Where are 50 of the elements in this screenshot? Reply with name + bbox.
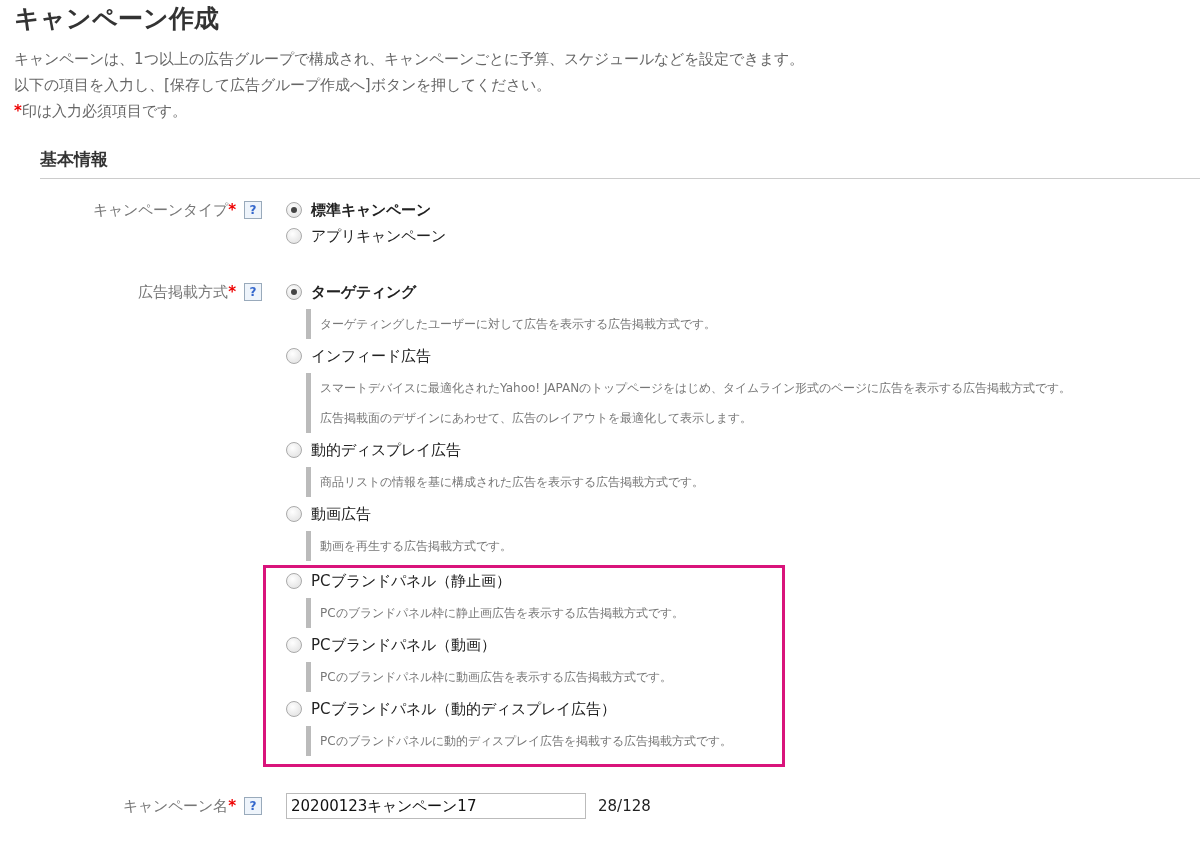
section-heading: 基本情報 [40,146,1200,179]
option-label: アプリキャンペーン [311,226,446,246]
radio-button[interactable] [286,442,302,458]
required-note: 印は入力必須項目です。 [21,102,187,120]
campaign-name-input[interactable]: 20200123キャンペーン17 [286,793,586,819]
radio-button[interactable] [286,573,302,589]
radio-button[interactable] [286,348,302,364]
option-label: PCブランドパネル（動画） [311,635,496,655]
character-counter: 28/128 [598,797,651,815]
option-label: インフィード広告 [311,346,431,366]
required-asterisk: * [228,201,236,219]
description-text: ターゲティングしたユーザーに対して広告を表示する広告掲載方式です。 [320,316,716,333]
description-text: PCのブランドパネル枠に動画広告を表示する広告掲載方式です。 [320,669,672,686]
page-title: キャンペーン作成 [14,4,220,34]
required-asterisk: * [14,102,22,120]
help-icon[interactable]: ? [244,201,262,219]
option-label: 標準キャンペーン [311,200,431,220]
description-text: PCのブランドパネル枠に静止画広告を表示する広告掲載方式です。 [320,605,684,622]
radio-button[interactable] [286,506,302,522]
radio-button[interactable] [286,637,302,653]
description-text: スマートデバイスに最適化されたYahoo! JAPANのトップページをはじめ、タイムライン形式のページに広告を表示する広告掲載方式です。 [320,380,1072,397]
radio-button[interactable] [286,701,302,717]
description-bar [306,373,311,433]
intro-text: 以下の項目を入力し、[保存して広告グループ作成へ]ボタンを押してください。 [14,75,552,96]
description-text: 動画を再生する広告掲載方式です。 [320,538,512,555]
description-bar [306,598,311,628]
description-text: PCのブランドパネルに動的ディスプレイ広告を掲載する広告掲載方式です。 [320,733,732,750]
required-asterisk: * [228,797,236,815]
required-asterisk: * [228,283,236,301]
radio-button[interactable] [286,202,302,218]
radio-button[interactable] [286,284,302,300]
option-label: ターゲティング [311,282,416,302]
help-icon[interactable]: ? [244,283,262,301]
description-bar [306,662,311,692]
help-icon[interactable]: ? [244,797,262,815]
option-label: PCブランドパネル（動的ディスプレイ広告） [311,699,616,719]
description-text: 商品リストの情報を基に構成された広告を表示する広告掲載方式です。 [320,474,704,491]
field-label: 広告掲載方式 [138,282,229,302]
field-label: キャンペーン名 [123,796,229,816]
option-label: 動画広告 [311,504,371,524]
radio-button[interactable] [286,228,302,244]
option-label: 動的ディスプレイ広告 [311,440,461,460]
description-bar [306,726,311,756]
description-bar [306,309,311,339]
option-label: PCブランドパネル（静止画） [311,571,511,591]
description-bar [306,531,311,561]
field-label: キャンペーンタイプ [93,200,229,220]
description-text: 広告掲載面のデザインにあわせて、広告のレイアウトを最適化して表示します。 [320,410,752,427]
description-bar [306,467,311,497]
intro-text: キャンペーンは、1つ以上の広告グループで構成され、キャンペーンごとに予算、スケジュールなどを設定できます。 [14,49,805,70]
